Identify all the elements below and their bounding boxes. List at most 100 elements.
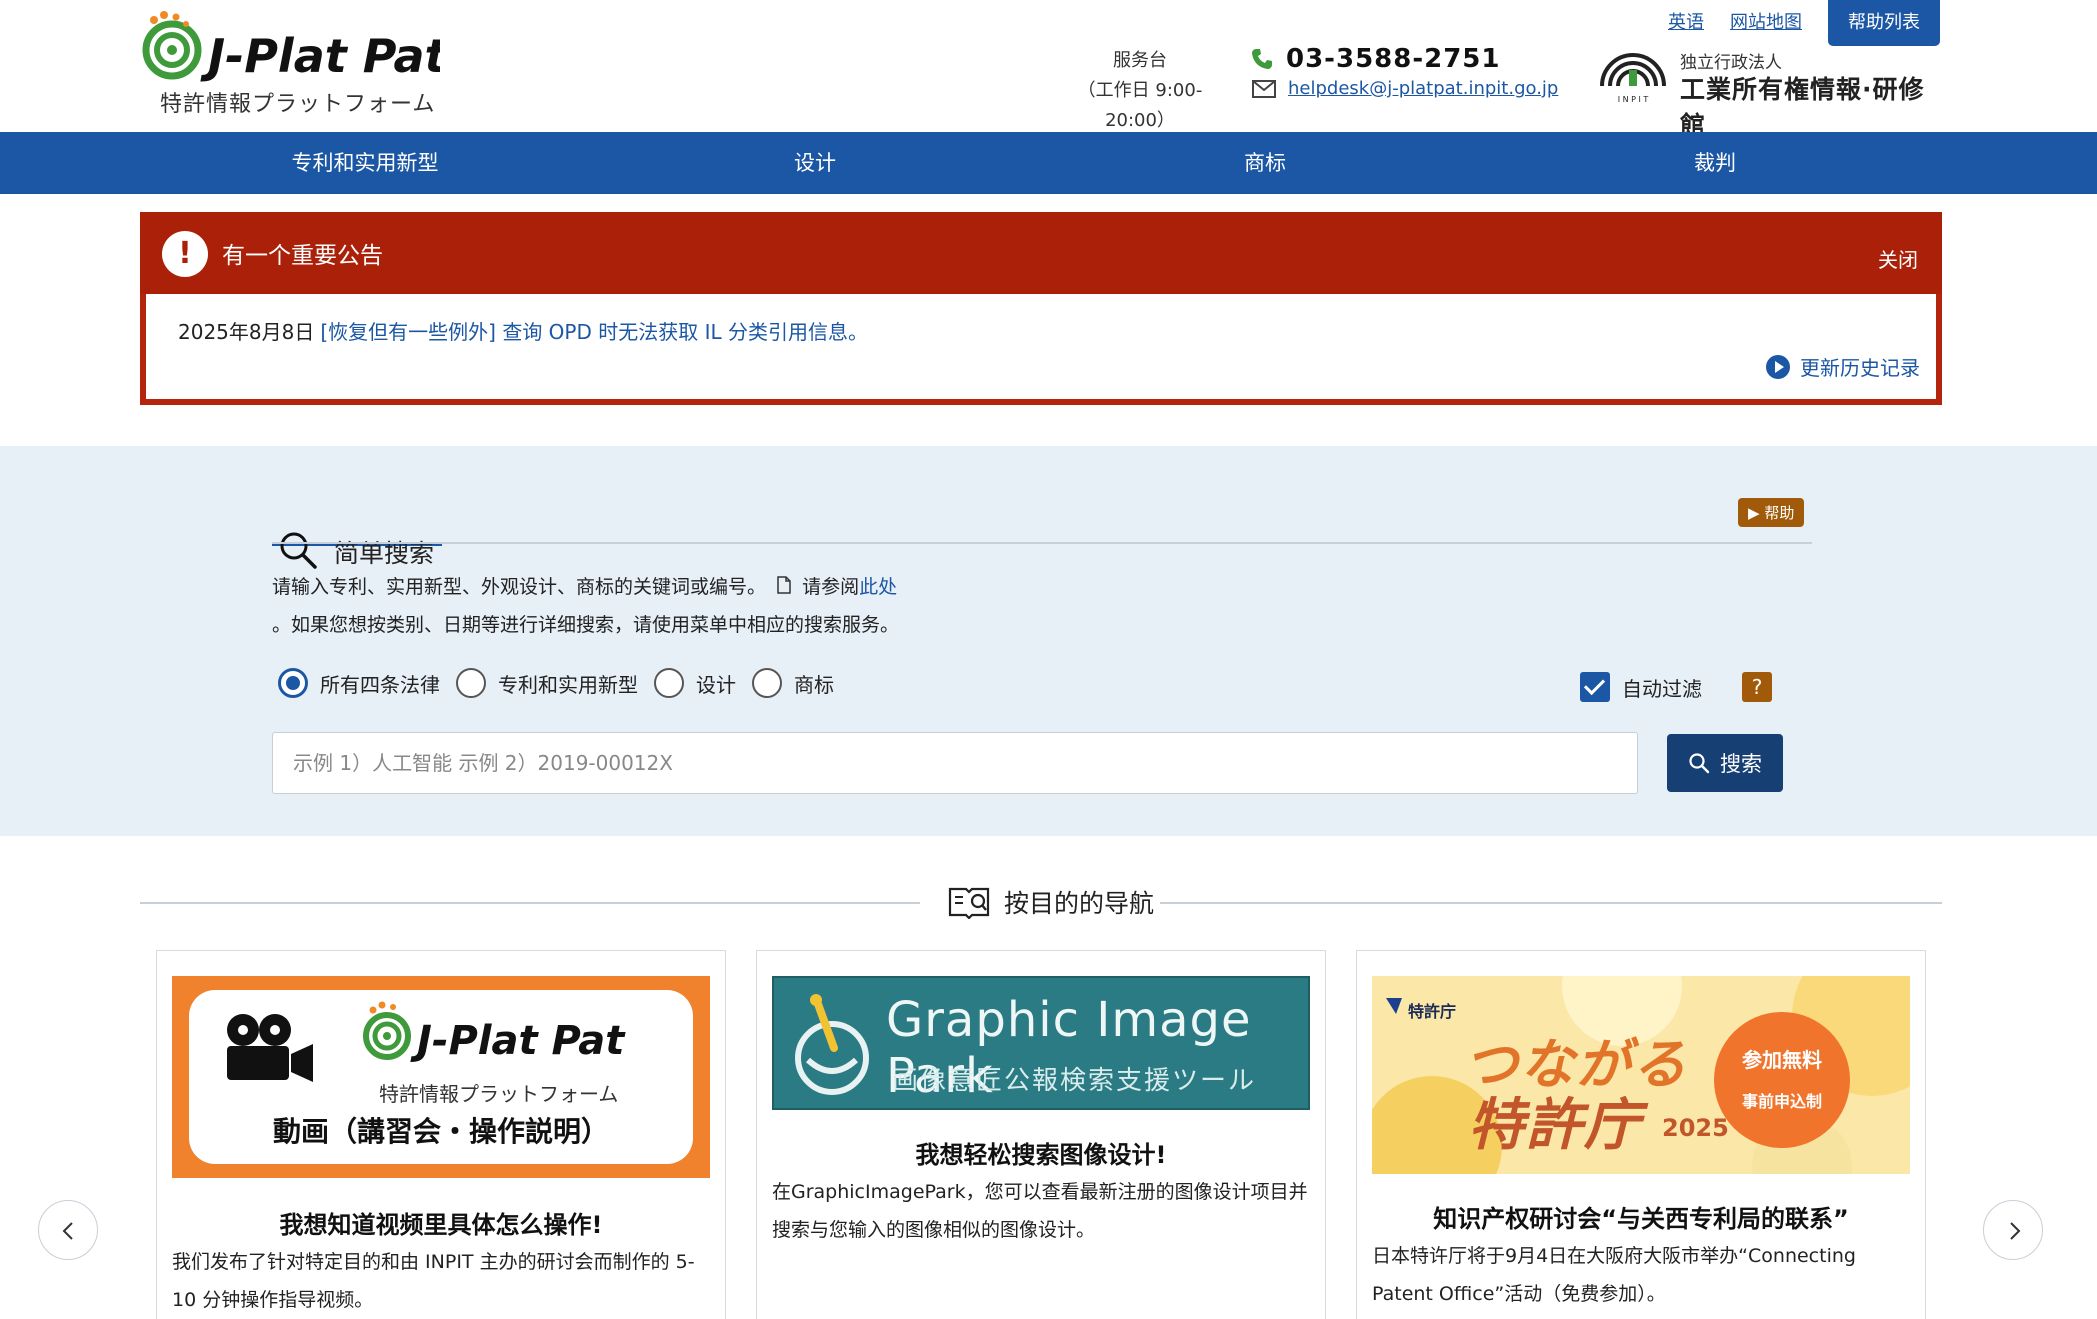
jplatpat-logo-icon: J-Plat Pat [142,11,449,83]
seminar-badge-free: 参加無料 [1742,1048,1822,1072]
svg-text:J-Plat Pat: J-Plat Pat [200,29,440,83]
nav-card-seminar[interactable]: 特許庁 つながる 特許庁 2025 参加無料 事前申込制 知识产权研讨会“与关西… [1356,950,1926,1319]
radio-patents-label: 专利和实用新型 [498,672,638,697]
seminar-line2: 特許庁 [1468,1093,1642,1158]
chevron-right-icon [2010,1222,2021,1240]
help-label: 帮助 [1764,504,1795,522]
card-title: 我想知道视频里具体怎么操作! [279,1211,603,1239]
notice-link[interactable]: [恢复但有一些例外] 查询 OPD 时无法获取 IL 分类引用信息。 [320,320,868,344]
helpdesk-info: 服务台 （工作日 9:00-20:00） [1050,46,1230,136]
carousel-next-button[interactable] [1983,1200,2043,1260]
sitemap-link[interactable]: 网站地图 [1730,8,1802,34]
search-icon [1689,753,1710,774]
movie-camera-icon [227,1014,313,1082]
purpose-nav-heading: 按目的的导航 [948,884,1154,920]
video-banner[interactable]: J-Plat Pat 特許情報プラットフォーム 動画（講習会・操作説明） [172,976,710,1178]
divider-line [140,902,920,904]
search-description-text: 请输入专利、实用新型、外观设计、商标的关键词或编号。 [272,576,767,598]
purpose-nav-title: 按目的的导航 [1004,889,1155,918]
video-banner-text: 動画（講習会・操作説明） [272,1115,609,1148]
video-banner-panel: J-Plat Pat 特許情報プラットフォーム 動画（講習会・操作説明） [189,990,693,1164]
help-button[interactable]: ▶ 帮助 [1738,498,1805,527]
helpdesk-hours: （工作日 9:00-20:00） [1077,80,1203,131]
update-history-link[interactable]: 更新历史记录 [1800,352,1920,381]
card-description: 在GraphicImagePark，您可以查看最新注册的图像设计项目并搜索与您输… [772,1181,1308,1241]
graphic-image-park-subtitle: 画像意匠公報検索支援ツール [892,1066,1257,1096]
helpdesk-label: 服务台 [1113,50,1167,71]
nav-card-graphic-image-park[interactable]: Graphic Image Park 画像意匠公報検索支援ツール 我想轻松搜索图… [756,950,1326,1319]
card-title: 知识产权研讨会“与关西专利局的联系” [1433,1205,1849,1233]
document-icon [777,576,791,594]
search-button-label: 搜索 [1720,752,1762,776]
carousel-prev-button[interactable] [38,1200,98,1260]
svg-text:J-Plat Pat: J-Plat Pat [410,1018,626,1064]
help-list-button[interactable]: 帮助列表 [1828,0,1940,46]
radio-trademark-label: 商标 [794,672,834,697]
radio-design-label: 设计 [696,672,736,697]
nav-patents[interactable]: 专利和实用新型 [140,132,590,194]
radio-all-laws[interactable] [278,668,308,698]
chevron-left-icon [62,1222,73,1240]
seminar-year: 2025 [1662,1114,1729,1142]
play-circle-icon [1766,354,1790,379]
auto-filter-help-icon[interactable]: ? [1742,672,1772,702]
graphic-image-park-banner[interactable]: Graphic Image Park 画像意匠公報検索支援ツール [772,976,1310,1110]
phone-row: 03-3588-2751 [1250,44,1501,74]
auto-filter: 自动过滤 [1580,672,1702,702]
exclamation-icon: ! [162,231,208,277]
simple-search-tab[interactable]: 简单搜索 [272,486,442,569]
simple-search-section: 简单搜索 ▶ 帮助 请输入专利、实用新型、外观设计、商标的关键词或编号。 请参阅… [0,446,2097,836]
seminar-org: 特許庁 [1408,1002,1457,1021]
important-notice: ! 有一个重要公告 关闭 2025年8月8日 [恢复但有一些例外] 查询 OPD … [140,212,1942,405]
search-description-line2: 。如果您想按类别、日期等进行详细搜索，请使用菜单中相应的搜索服务。 [272,614,900,636]
nav-trial[interactable]: 裁判 [1490,132,1940,194]
mail-icon [1252,79,1276,98]
phone-icon [1252,49,1272,69]
video-banner-subtitle: 特許情報プラットフォーム [379,1082,619,1106]
notice-date: 2025年8月8日 [178,320,315,344]
graphic-image-park-icon [795,994,869,1095]
search-icon [280,532,317,569]
site-header: J-Plat Pat 特許情報プラットフォーム 英语 网站地图 帮助列表 服务台… [0,0,2097,140]
card-description: 我们发布了针对特定目的和由 INPIT 主办的研讨会而制作的 5-10 分钟操作… [172,1251,695,1311]
logo-subtitle: 特許情報プラットフォーム [160,92,436,117]
inpit-letters: I N P I T [1618,95,1649,104]
simple-search-label: 简单搜索 [334,539,435,568]
search-button[interactable]: 搜索 [1667,734,1783,792]
search-input[interactable] [272,732,1638,794]
inpit-emblem-icon: I N P I T [1600,53,1666,104]
radio-trademark[interactable] [752,668,782,698]
search-description: 请输入专利、实用新型、外观设计、商标的关键词或编号。 请参阅此处 [272,572,897,599]
auto-filter-checkbox[interactable] [1580,672,1610,702]
top-links: 英语 网站地图 帮助列表 [1668,0,1940,46]
notice-header: ! 有一个重要公告 关闭 [140,212,1942,294]
notice-item: 2025年8月8日 [恢复但有一些例外] 查询 OPD 时无法获取 IL 分类引用… [178,316,868,345]
card-description: 日本特许厅将于9月4日在大阪府大阪市举办“Connecting Patent O… [1372,1245,1856,1305]
phone-number: 03-3588-2751 [1286,44,1501,74]
card-title: 我想轻松搜索图像设计! [915,1141,1167,1169]
update-history: 更新历史记录 [1766,352,1920,381]
radio-design[interactable] [654,668,684,698]
book-search-icon [948,887,990,919]
nav-trademark[interactable]: 商标 [1040,132,1490,194]
main-nav: 专利和实用新型 设计 商标 裁判 [0,132,2097,194]
auto-filter-label: 自动过滤 [1622,676,1702,701]
nav-items: 专利和实用新型 设计 商标 裁判 [140,132,1940,194]
jplatpat-logo-icon: J-Plat Pat [363,1001,626,1064]
search-tab-divider [272,542,1812,544]
search-here-link[interactable]: 此处 [859,576,897,598]
law-radio-group: 所有四条法律 专利和实用新型 设计 商标 [278,668,850,698]
notice-title: 有一个重要公告 [222,243,383,269]
seminar-badge-registration: 事前申込制 [1741,1092,1822,1111]
seminar-banner[interactable]: 特許庁 つながる 特許庁 2025 参加無料 事前申込制 [1372,976,1910,1174]
nav-design[interactable]: 设计 [590,132,1040,194]
radio-patents[interactable] [456,668,486,698]
search-see-text: 请参阅 [802,576,860,598]
notice-close-button[interactable]: 关闭 [1878,244,1918,273]
helpdesk-email-link[interactable]: helpdesk@j-platpat.inpit.go.jp [1288,78,1558,99]
nav-card-videos[interactable]: J-Plat Pat 特許情報プラットフォーム 動画（講習会・操作説明） 我想知… [156,950,726,1319]
english-link[interactable]: 英语 [1668,8,1704,34]
inpit-logo[interactable]: I N P I T 独立行政法人 工業所有権情報·研修館 [1596,44,1946,140]
radio-all-laws-label: 所有四条法律 [320,672,440,697]
mail-row: helpdesk@j-platpat.inpit.go.jp [1252,78,1558,99]
